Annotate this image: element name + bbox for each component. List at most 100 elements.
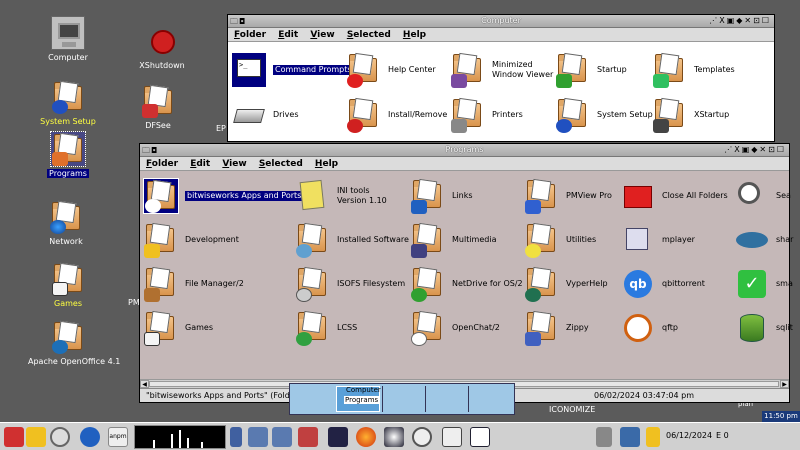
image-viewer-icon[interactable] [384,427,404,447]
item-ini-tools[interactable]: INI tools Version 1.10 [295,178,387,214]
item-install-remove[interactable]: Install/Remove [346,97,447,133]
drive-icon[interactable] [272,427,292,447]
item-startup[interactable]: Startup [555,52,627,88]
item-command-prompts[interactable]: >_ Command Prompts [231,52,354,88]
item-mplayer[interactable]: mplayer [620,222,695,258]
window-list-icon[interactable] [230,427,242,447]
item-openchat[interactable]: OpenChat/2 [410,310,500,346]
item-file-manager[interactable]: File Manager/2 [143,266,244,302]
database-icon [734,310,770,346]
editor-icon[interactable] [442,427,462,447]
switch-item-programs[interactable]: Programs [344,396,380,404]
item-sma[interactable]: ✓ sma [734,266,793,302]
menu-help[interactable]: Help [403,28,426,42]
links-folder-icon [410,178,446,214]
search-icon[interactable] [412,427,432,447]
item-pmview-pro[interactable]: PMView Pro [524,178,612,214]
menu-folder[interactable]: Folder [234,28,266,42]
folder-small-icon[interactable] [646,427,660,447]
item-zippy[interactable]: Zippy [524,310,589,346]
menu-help[interactable]: Help [315,157,338,171]
window-controls[interactable]: ⋰X▣◆✕⊡☐ [709,16,771,25]
desktop-icon-network[interactable]: Network [26,200,106,246]
xshutdown-icon [145,24,179,58]
openoffice-folder-icon [51,320,85,354]
item-system-setup[interactable]: System Setup [555,97,653,133]
games-folder-icon [143,310,179,346]
desktop-icon-label: DFSee [145,121,171,130]
menu-selected[interactable]: Selected [259,157,303,171]
desktop-icon-system-setup[interactable]: System Setup [28,80,108,126]
item-development[interactable]: Development [143,222,239,258]
window-controls[interactable]: ⋰X▣◆✕⊡☐ [724,145,786,154]
desktop-icon-openoffice[interactable]: Apache OpenOffice 4.1 [28,320,121,366]
settings-icon[interactable] [298,427,318,447]
window-switch-list[interactable]: Computer Programs [289,383,515,415]
item-games[interactable]: Games [143,310,213,346]
ampm-label[interactable]: anpm [108,427,128,447]
item-links[interactable]: Links [410,178,473,214]
item-xstartup[interactable]: XStartup [652,97,729,133]
item-vyperhelp[interactable]: VyperHelp [524,266,608,302]
search-icon [734,178,770,214]
scroll-right-arrow-icon[interactable]: ▶ [780,380,789,388]
item-search[interactable]: Sea [734,178,791,214]
desktop-icon-label: Apache OpenOffice 4.1 [28,357,121,366]
lock-icon[interactable] [26,427,46,447]
check-icon: ✓ [734,266,770,302]
menu-edit[interactable]: Edit [278,28,298,42]
item-shark[interactable]: shar [734,222,793,258]
scroll-left-arrow-icon[interactable]: ◀ [140,380,149,388]
checkmark-doc-icon[interactable] [470,427,490,447]
item-netdrive[interactable]: NetDrive for OS/2 [410,266,523,302]
item-utilities[interactable]: Utilities [524,222,596,258]
item-printers[interactable]: Printers [450,97,523,133]
desktop-icon-computer[interactable]: Computer [28,16,108,62]
folder-icon[interactable] [248,427,268,447]
firefox-icon[interactable] [356,427,376,447]
item-close-all-folders[interactable]: Close All Folders [620,178,728,214]
drives-icon [231,97,267,133]
desktop-icon-label: System Setup [40,117,96,126]
item-help-center[interactable]: Help Center [346,52,436,88]
programs-window-titlebar[interactable]: 🗀◘ Programs ⋰X▣◆✕⊡☐ [140,144,789,157]
menu-folder[interactable]: Folder [146,157,178,171]
item-sqlite[interactable]: sqlit [734,310,793,346]
item-installed-software[interactable]: Installed Software [295,222,409,258]
menu-view[interactable]: View [310,28,334,42]
power-icon[interactable] [80,427,100,447]
item-multimedia[interactable]: Multimedia [410,222,496,258]
programs-folder-icon [50,131,86,167]
desktop-icon-programs[interactable]: Programs [28,131,108,178]
menu-selected[interactable]: Selected [347,28,391,42]
window-icon[interactable] [620,427,640,447]
item-bitwiseworks[interactable]: bitwiseworks Apps and Ports [143,178,304,214]
programs-window[interactable]: 🗀◘ Programs ⋰X▣◆✕⊡☐ Folder Edit View Sel… [139,143,793,403]
desktop-icon-xshutdown[interactable]: XShutdown [122,24,202,70]
development-folder-icon [143,222,179,258]
computer-window-titlebar[interactable]: 🗀◘ Computer ⋰X▣◆✕⊡☐ [228,15,774,28]
item-lcss[interactable]: LCSS [295,310,357,346]
desktop-icon-games[interactable]: Games [28,262,108,308]
switch-item-computer[interactable]: Computer [346,386,381,394]
templates-folder-icon [652,52,688,88]
item-isofs[interactable]: ISOFS Filesystem [295,266,405,302]
eject-icon[interactable] [596,427,612,447]
desktop-icon-label: Programs [47,169,89,178]
desktop-icon-label: XShutdown [139,61,185,70]
item-qbittorrent[interactable]: qb qbittorrent [620,266,705,302]
dfsee-folder-icon [141,84,175,118]
status-selection: "bitwiseworks Apps and Ports" (Folder) [146,391,302,400]
desktop-icon-dfsee[interactable]: DFSee [118,84,198,130]
network-folder-icon [49,200,83,234]
menu-edit[interactable]: Edit [190,157,210,171]
menu-view[interactable]: View [222,157,246,171]
xworkplace-icon[interactable] [4,427,24,447]
computer-window[interactable]: 🗀◘ Computer ⋰X▣◆✕⊡☐ Folder Edit View Sel… [227,14,775,142]
terminal-icon[interactable] [328,427,348,447]
item-templates[interactable]: Templates [652,52,735,88]
item-drives[interactable]: Drives [231,97,299,133]
search-icon[interactable] [50,427,70,447]
item-qftp[interactable]: qftp [620,310,678,346]
item-minimized-window-viewer[interactable]: Minimized Window Viewer [450,52,553,88]
